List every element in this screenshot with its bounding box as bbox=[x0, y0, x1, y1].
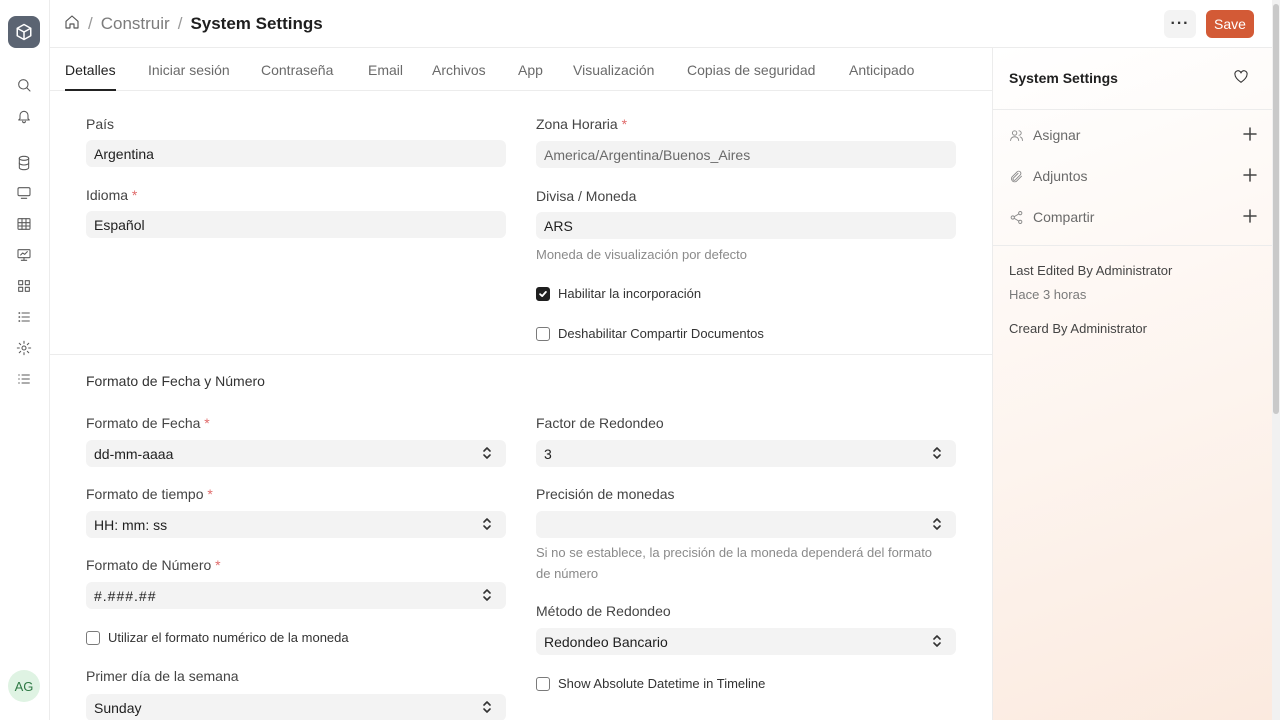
page-scrollbar[interactable] bbox=[1272, 0, 1280, 720]
database-icon[interactable] bbox=[14, 153, 34, 173]
list-alt-icon[interactable] bbox=[14, 369, 34, 389]
formato-tiempo-label: Formato de tiempo * bbox=[86, 486, 213, 502]
app-logo-icon[interactable] bbox=[8, 16, 40, 48]
checkbox-checked-icon bbox=[536, 286, 550, 301]
divisa-label: Divisa / Moneda bbox=[536, 188, 637, 204]
tab-email[interactable]: Email bbox=[368, 62, 403, 78]
paperclip-icon bbox=[1009, 169, 1025, 184]
table-icon[interactable] bbox=[14, 214, 34, 234]
left-rail: AG bbox=[0, 0, 50, 720]
checkbox-icon bbox=[86, 630, 100, 645]
tab-contrasena[interactable]: Contraseña bbox=[261, 62, 333, 78]
zona-horaria-field[interactable]: America/Argentina/Buenos_Aires bbox=[536, 141, 956, 168]
created-by-text: Creard By Administrator bbox=[1009, 321, 1147, 336]
grid-icon[interactable] bbox=[14, 276, 34, 296]
zona-horaria-label: Zona Horaria * bbox=[536, 116, 628, 132]
checkbox-icon bbox=[536, 326, 550, 341]
heart-icon[interactable] bbox=[1233, 69, 1249, 85]
attachments-action[interactable]: Adjuntos bbox=[1009, 166, 1259, 186]
utilizar-formato-moneda-checkbox[interactable]: Utilizar el formato numérico de la moned… bbox=[86, 630, 349, 645]
select-chevron-icon bbox=[482, 700, 492, 714]
formato-numero-label: Formato de Número * bbox=[86, 557, 221, 573]
select-chevron-icon bbox=[932, 517, 942, 531]
bell-icon[interactable] bbox=[14, 106, 34, 126]
home-icon[interactable] bbox=[64, 14, 80, 35]
habilitar-incorporacion-checkbox[interactable]: Habilitar la incorporación bbox=[536, 286, 701, 301]
share-icon bbox=[1009, 210, 1025, 225]
primer-dia-label: Primer día de la semana bbox=[86, 668, 239, 684]
last-edited-time: Hace 3 horas bbox=[1009, 287, 1087, 302]
factor-redondeo-select[interactable]: 3 bbox=[536, 440, 956, 467]
precision-monedas-label: Precisión de monedas bbox=[536, 486, 675, 502]
deshabilitar-compartir-checkbox[interactable]: Deshabilitar Compartir Documentos bbox=[536, 326, 764, 341]
page-header: / Construir / System Settings ··· Save bbox=[50, 0, 1272, 48]
search-icon[interactable] bbox=[14, 75, 34, 95]
formato-fecha-select[interactable]: dd-mm-aaaa bbox=[86, 440, 506, 467]
add-assign-icon[interactable] bbox=[1243, 127, 1259, 143]
presentation-icon[interactable] bbox=[14, 245, 34, 265]
formato-numero-select[interactable]: #.###.## bbox=[86, 582, 506, 609]
metodo-redondeo-label: Método de Redondeo bbox=[536, 603, 671, 619]
add-share-icon[interactable] bbox=[1243, 209, 1259, 225]
monitor-icon[interactable] bbox=[14, 183, 34, 203]
divisa-help-text: Moneda de visualización por defecto bbox=[536, 247, 748, 262]
settings-form: País Argentina Zona Horaria * America/Ar… bbox=[50, 91, 992, 720]
tab-archivos[interactable]: Archivos bbox=[432, 62, 486, 78]
pais-label: País bbox=[86, 116, 115, 132]
avatar[interactable]: AG bbox=[8, 670, 40, 702]
users-icon bbox=[1009, 128, 1025, 143]
factor-redondeo-label: Factor de Redondeo bbox=[536, 415, 664, 431]
divisa-field[interactable]: ARS bbox=[536, 212, 956, 239]
gear-icon[interactable] bbox=[14, 338, 34, 358]
add-attachment-icon[interactable] bbox=[1243, 168, 1259, 184]
select-chevron-icon bbox=[482, 517, 492, 531]
tab-iniciar-sesion[interactable]: Iniciar sesión bbox=[148, 62, 230, 78]
breadcrumb-construir[interactable]: Construir bbox=[101, 14, 170, 34]
tab-bar: Detalles Iniciar sesión Contraseña Email… bbox=[50, 48, 992, 91]
tab-visualizacion[interactable]: Visualización bbox=[573, 62, 654, 78]
assign-action[interactable]: Asignar bbox=[1009, 125, 1259, 145]
idioma-field[interactable]: Español bbox=[86, 211, 506, 238]
formato-fecha-label: Formato de Fecha * bbox=[86, 415, 210, 431]
page-title: System Settings bbox=[190, 14, 323, 33]
last-edited-text: Last Edited By Administrator bbox=[1009, 263, 1173, 278]
show-absolute-datetime-checkbox[interactable]: Show Absolute Datetime in Timeline bbox=[536, 676, 765, 691]
metodo-redondeo-select[interactable]: Redondeo Bancario bbox=[536, 628, 956, 655]
more-options-button[interactable]: ··· bbox=[1164, 10, 1196, 38]
section-title: Formato de Fecha y Número bbox=[86, 373, 265, 389]
select-chevron-icon bbox=[482, 588, 492, 602]
precision-monedas-select[interactable] bbox=[536, 511, 956, 538]
save-button[interactable]: Save bbox=[1206, 10, 1254, 38]
precision-help-text: Si no se establece, la precisión de la m… bbox=[536, 545, 933, 581]
pais-field[interactable]: Argentina bbox=[86, 140, 506, 167]
breadcrumb: / Construir / System Settings bbox=[64, 12, 323, 36]
sidebar-title: System Settings bbox=[1009, 70, 1118, 86]
section-divider bbox=[50, 354, 992, 355]
select-chevron-icon bbox=[932, 446, 942, 460]
formato-tiempo-select[interactable]: HH: mm: ss bbox=[86, 511, 506, 538]
document-sidebar: System Settings Asignar Adjuntos Compart… bbox=[992, 48, 1273, 720]
tab-anticipado[interactable]: Anticipado bbox=[849, 62, 914, 78]
tab-app[interactable]: App bbox=[518, 62, 543, 78]
checkbox-icon bbox=[536, 676, 550, 691]
idioma-label: Idioma * bbox=[86, 187, 138, 203]
scrollbar-thumb[interactable] bbox=[1273, 4, 1279, 414]
tab-detalles[interactable]: Detalles bbox=[65, 62, 116, 91]
select-chevron-icon bbox=[932, 634, 942, 648]
tab-copias-de-seguridad[interactable]: Copias de seguridad bbox=[687, 62, 815, 78]
list-icon[interactable] bbox=[14, 307, 34, 327]
primer-dia-select[interactable]: Sunday bbox=[86, 694, 506, 720]
select-chevron-icon bbox=[482, 446, 492, 460]
share-action[interactable]: Compartir bbox=[1009, 207, 1259, 227]
